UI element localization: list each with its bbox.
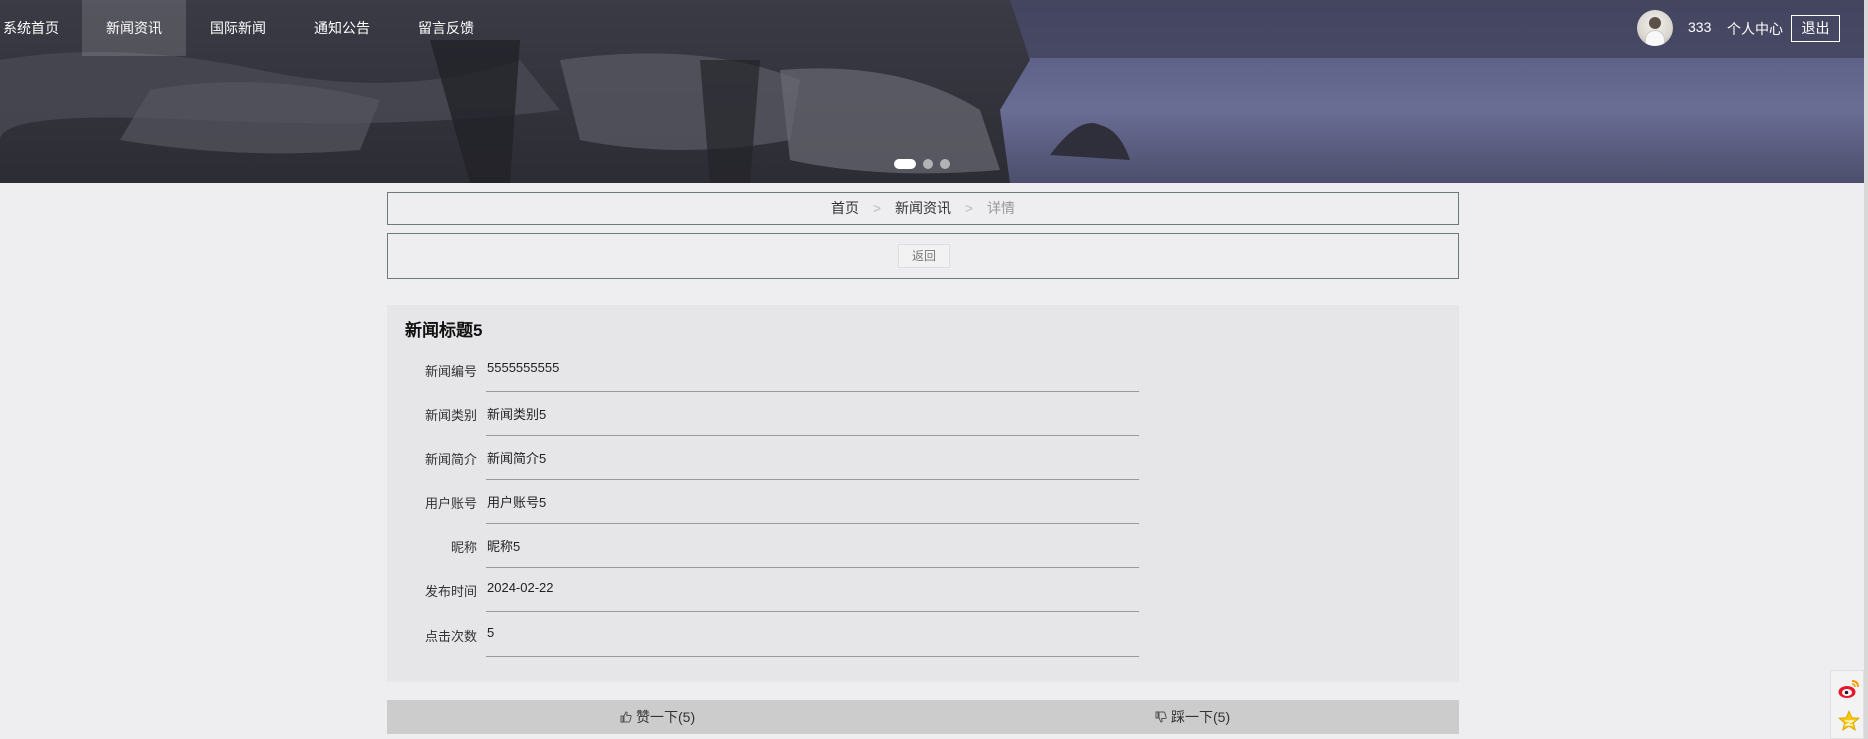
news-title: 新闻标题5 [405,321,483,340]
field-label: 点击次数 [424,629,477,644]
scrollbar[interactable] [1864,0,1868,739]
nav-item-home[interactable]: 系统首页 [0,0,62,56]
vote-bar: 赞一下(5) 踩一下(5) [387,700,1459,734]
like-label: 赞一下(5) [636,709,696,725]
field-label: 新闻类别 [424,408,477,423]
avatar[interactable] [1637,10,1673,46]
news-detail-card: 新闻标题5 新闻编号 5555555555 新闻类别 新闻类别5 新闻简介 新闻… [387,305,1459,682]
field-label: 新闻编号 [424,364,477,379]
dislike-button[interactable]: 踩一下(5) [1155,700,1230,734]
carousel-dot-1[interactable] [894,159,916,169]
field-row: 新闻简介 新闻简介5 [387,436,1139,480]
field-row: 新闻类别 新闻类别5 [387,392,1139,436]
top-nav: 系统首页 新闻资讯 国际新闻 通知公告 留言反馈 333 个人中心 退出 [0,0,1864,56]
field-row: 昵称 昵称5 [387,524,1139,568]
field-value: 5 [487,625,495,640]
breadcrumb-current: 详情 [986,200,1015,216]
back-button[interactable]: 返回 [898,244,950,268]
field-row: 点击次数 5 [387,613,1139,657]
field-value: 新闻简介5 [487,451,547,466]
username: 333 [1688,19,1712,35]
field-value: 用户账号5 [487,495,547,510]
nav-item-feedback[interactable]: 留言反馈 [394,0,498,56]
field-row: 新闻编号 5555555555 [387,348,1139,392]
field-label: 昵称 [450,540,477,555]
thumbs-down-icon [1155,711,1167,723]
field-label: 新闻简介 [424,452,477,467]
nav-item-international[interactable]: 国际新闻 [186,0,290,56]
breadcrumb-separator: > [964,200,974,216]
carousel-dot-3[interactable] [940,159,950,169]
dislike-label: 踩一下(5) [1171,709,1231,725]
field-row: 用户账号 用户账号5 [387,480,1139,524]
qzone-icon[interactable] [1837,709,1861,733]
logout-button[interactable]: 退出 [1791,15,1840,42]
field-value: 5555555555 [487,360,560,375]
thumbs-up-icon [620,711,632,723]
nav-item-notices[interactable]: 通知公告 [290,0,394,56]
breadcrumb: 首页 > 新闻资讯 > 详情 [387,192,1459,225]
side-share-panel [1830,670,1864,739]
breadcrumb-home[interactable]: 首页 [831,200,859,216]
field-label: 发布时间 [424,584,477,599]
weibo-icon[interactable] [1837,677,1861,701]
like-button[interactable]: 赞一下(5) [620,700,695,734]
breadcrumb-separator: > [872,200,882,216]
field-value: 2024-02-22 [487,580,554,595]
personal-center-link[interactable]: 个人中心 [1727,19,1783,39]
field-value: 昵称5 [487,539,521,554]
nav-item-news[interactable]: 新闻资讯 [82,0,186,56]
field-row: 发布时间 2024-02-22 [387,568,1139,612]
field-label: 用户账号 [424,496,477,511]
back-bar: 返回 [387,233,1459,279]
hero-banner: 系统首页 新闻资讯 国际新闻 通知公告 留言反馈 333 个人中心 退出 [0,0,1864,183]
field-value: 新闻类别5 [487,407,547,422]
breadcrumb-news[interactable]: 新闻资讯 [895,200,951,216]
carousel-dot-2[interactable] [923,159,933,169]
